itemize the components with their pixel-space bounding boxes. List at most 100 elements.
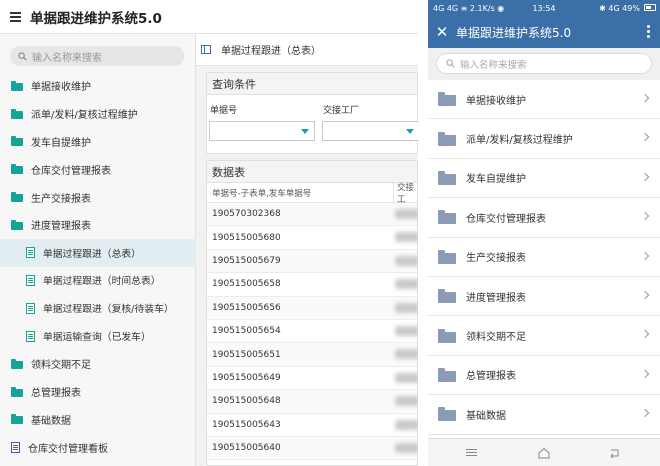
table-row[interactable]: 190515005651 <box>207 343 418 367</box>
sidebar-item[interactable]: 单据接收维护 <box>0 72 196 100</box>
sidebar-item-label: 单据过程跟进（复核/待装车） <box>43 304 174 316</box>
phone-menu-item[interactable]: 基础数据 <box>428 395 660 435</box>
sidebar-item[interactable]: 总管理报表 <box>0 378 196 406</box>
folder-icon <box>438 170 456 185</box>
home-icon[interactable] <box>538 447 550 459</box>
status-battery-text: ✱ 4G 49% <box>599 3 640 13</box>
sidebar-item[interactable]: 单据过程跟进（总表） <box>0 238 196 267</box>
data-panel: 数据表 单据号-子表单,发车单据号 交接工 190570302368 190515… <box>206 160 418 466</box>
folder-icon <box>11 108 23 119</box>
blurred-cell <box>395 302 418 313</box>
table-cell-doc-no: 190515005654 <box>212 326 281 337</box>
sidebar-item-label: 领料交期不足 <box>31 360 91 372</box>
phone-menu-item[interactable]: 仓库交付管理报表 <box>428 198 660 238</box>
table-cell-doc-no: 190515005679 <box>212 255 281 266</box>
blurred-cell <box>395 396 418 407</box>
phone-search-placeholder: 输入名称来搜索 <box>460 59 527 71</box>
table-row[interactable]: 190515005648 <box>207 390 418 414</box>
phone-menu-item[interactable]: 领料交期不足 <box>428 316 660 356</box>
panel-toggle-icon[interactable] <box>201 45 211 54</box>
phone-menu-item[interactable]: 进度管理报表 <box>428 277 660 317</box>
phone-menu-label: 发车自提维护 <box>466 174 526 186</box>
board-icon <box>11 441 20 453</box>
hamburger-icon[interactable] <box>0 0 30 34</box>
table-row[interactable]: 190515005679 <box>207 249 418 274</box>
blurred-cell <box>395 279 418 290</box>
table-row[interactable]: 190515005654 <box>207 320 418 344</box>
back-icon[interactable] <box>608 448 620 458</box>
phone-menu-item[interactable]: 总管理报表 <box>428 356 660 396</box>
chevron-right-icon <box>640 93 650 103</box>
sidebar-item-label: 生产交接报表 <box>31 193 91 205</box>
folder-icon <box>11 80 23 91</box>
nav-menu-icon[interactable] <box>466 449 477 457</box>
query-panel: 查询条件 单据号 交接工厂 <box>206 72 418 154</box>
tablet-header: 单据跟进维护系统5.0 <box>0 0 418 34</box>
sidebar-item[interactable]: 生产交接报表 <box>0 183 196 211</box>
phone-menu-label: 总管理报表 <box>466 371 516 383</box>
sidebar-item[interactable]: 单据过程跟进（时间总表） <box>0 267 196 295</box>
blurred-cell <box>395 442 418 453</box>
sidebar-item[interactable]: 仓库交付管理看板 <box>0 433 196 461</box>
table-row[interactable]: 190515005658 <box>207 273 418 297</box>
chevron-down-icon <box>301 129 309 134</box>
table-row[interactable]: 190515005643 <box>207 414 418 437</box>
app-title: 单据跟进维护系统5.0 <box>30 10 162 27</box>
phone-search-input[interactable]: 输入名称来搜索 <box>436 53 652 74</box>
folder-icon <box>438 210 456 225</box>
tablet-screen: 单据跟进维护系统5.0 输入名称来搜索 单据接收维护派单/发料/复核过程维护发车… <box>0 0 418 466</box>
phone-menu-item[interactable]: 单据接收维护 <box>428 80 660 120</box>
chevron-right-icon <box>640 211 650 221</box>
phone-app-title: 单据跟进维护系统5.0 <box>456 25 572 40</box>
phone-menu-label: 单据接收维护 <box>466 95 526 107</box>
table-row[interactable]: 190515005640 <box>207 436 418 461</box>
main-content: 单据过程跟进（总表） 查询条件 单据号 交接工厂 数据表 单据号-子表单,发车单… <box>196 34 418 466</box>
sidebar-item[interactable]: 单据运输查询（已发车） <box>0 322 196 350</box>
folder-icon <box>438 289 456 304</box>
table-cell-doc-no: 190515005651 <box>212 349 281 360</box>
android-nav-bar <box>428 438 660 466</box>
column-header-doc-no[interactable]: 单据号-子表单,发车单据号 <box>207 187 389 199</box>
document-icon <box>26 330 35 342</box>
phone-menu-label: 基础数据 <box>466 410 506 422</box>
phone-search-bar: 输入名称来搜索 <box>428 48 660 80</box>
folder-icon <box>11 136 23 147</box>
sidebar-item-label: 派单/发料/复核过程维护 <box>31 110 138 122</box>
sidebar-item-label: 单据运输查询（已发车） <box>43 332 151 344</box>
chevron-right-icon <box>640 251 650 260</box>
blurred-cell <box>395 232 418 243</box>
battery-icon <box>644 4 656 11</box>
data-panel-title: 数据表 <box>207 161 417 183</box>
table-row[interactable]: 190570302368 <box>207 203 418 227</box>
blurred-cell <box>395 419 418 430</box>
status-bar: 4G 4G ≡ 2.1K/s ◉ 13:54 ✱ 4G 49% <box>428 0 660 16</box>
sidebar-item[interactable]: 发车自提维护 <box>0 128 196 156</box>
table-cell-doc-no: 190515005656 <box>212 302 281 313</box>
sidebar-item[interactable]: 基础数据 <box>0 406 196 434</box>
table-row[interactable]: 190515005649 <box>207 367 418 391</box>
doc-no-select[interactable] <box>209 121 315 141</box>
table-row[interactable]: 190515005656 <box>207 296 418 320</box>
phone-menu-item[interactable]: 生产交接报表 <box>428 238 660 277</box>
phone-menu-item[interactable]: 发车自提维护 <box>428 159 660 199</box>
more-vertical-icon[interactable] <box>647 25 650 39</box>
phone-menu-item[interactable]: 派单/发料/复核过程维护 <box>428 119 660 159</box>
column-header-factory[interactable]: 交接工 <box>393 183 417 205</box>
close-icon[interactable]: ✕ <box>428 23 456 41</box>
sidebar-item[interactable]: 单据过程跟进（复核/待装车） <box>0 294 196 322</box>
search-placeholder: 输入名称来搜索 <box>32 52 102 64</box>
sidebar-item[interactable]: 派单/发料/复核过程维护 <box>0 100 196 128</box>
factory-select[interactable] <box>322 121 418 141</box>
table-row[interactable]: 190515005680 <box>207 226 418 250</box>
chevron-right-icon <box>640 290 650 300</box>
document-icon <box>26 274 35 286</box>
sidebar-item[interactable]: 进度管理报表 <box>0 211 196 239</box>
search-icon <box>18 51 27 61</box>
sidebar-item-label: 单据接收维护 <box>31 82 91 94</box>
table-cell-doc-no: 190570302368 <box>212 209 281 220</box>
sidebar-item[interactable]: 领料交期不足 <box>0 350 196 378</box>
sidebar-search-input[interactable]: 输入名称来搜索 <box>10 46 184 66</box>
query-panel-title: 查询条件 <box>207 73 417 95</box>
table-cell-doc-no: 190515005658 <box>212 279 281 290</box>
sidebar-item[interactable]: 仓库交付管理报表 <box>0 155 196 183</box>
